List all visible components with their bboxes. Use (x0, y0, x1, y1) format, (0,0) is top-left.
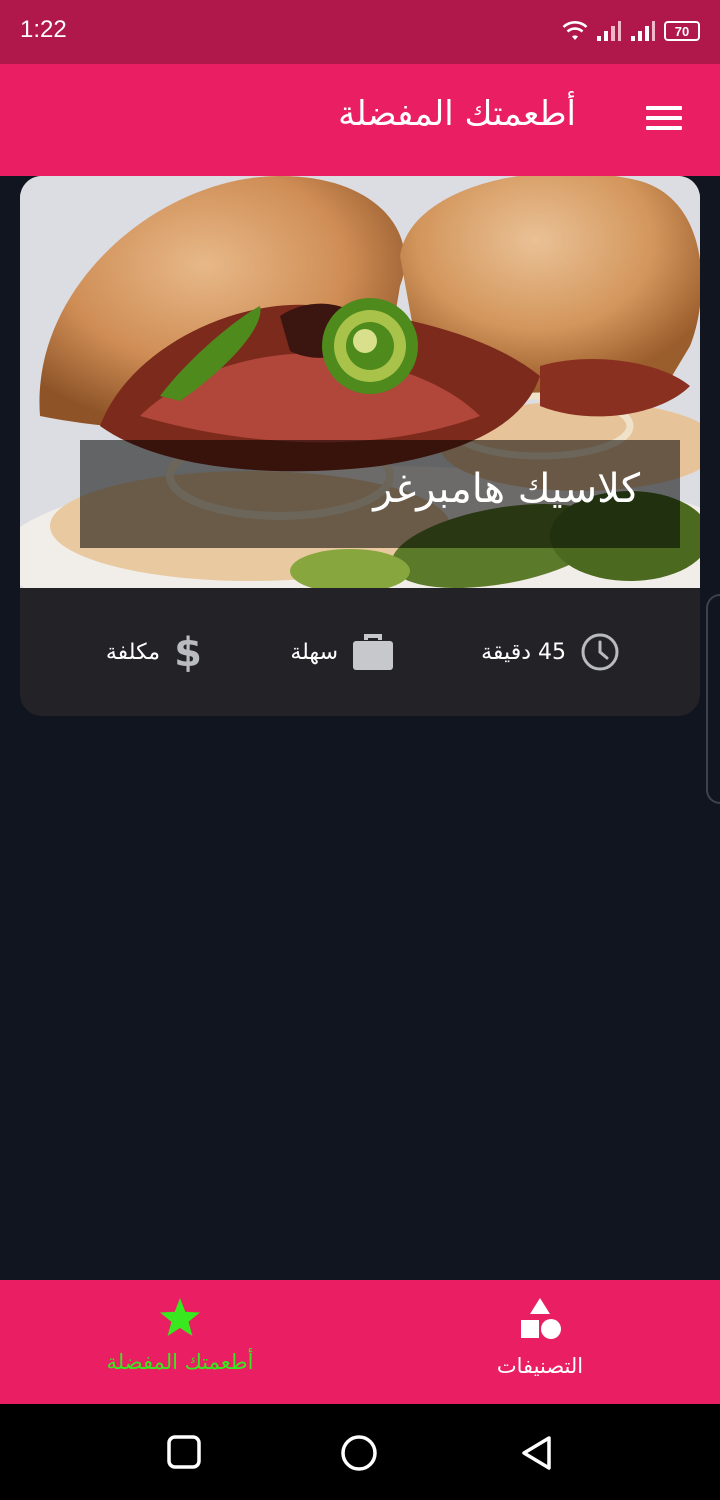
signal-icon (597, 21, 621, 41)
dollar-icon: $ (174, 631, 202, 673)
meal-title: كلاسيك هامبرغر (373, 466, 640, 512)
complexity-item: سهلة (290, 628, 394, 676)
menu-icon[interactable] (646, 106, 682, 134)
affordability-text: مكلفة (105, 639, 160, 665)
status-icons: 70 (562, 20, 700, 42)
status-time: 1:22 (20, 16, 67, 43)
meal-info: 45 دقيقة سهلة $ مكلفة (20, 588, 700, 716)
system-navigation-bar (0, 1404, 720, 1500)
meal-title-overlay: كلاسيك هامبرغر (80, 440, 680, 548)
briefcase-icon (353, 634, 393, 670)
svg-text:$: $ (174, 631, 202, 673)
nav-item-categories[interactable]: التصنيفات (360, 1280, 720, 1404)
status-bar: 1:22 70 (0, 0, 720, 64)
recents-icon[interactable] (166, 1434, 202, 1470)
duration-text: 45 دقيقة (481, 639, 566, 665)
clock-icon (581, 633, 619, 671)
nav-label-categories: التصنيفات (496, 1354, 584, 1378)
scroll-handle[interactable] (706, 594, 720, 804)
app-bar: أطعمتك المفضلة (0, 64, 720, 176)
page-title: أطعمتك المفضلة (338, 94, 576, 134)
nav-label-favorites: أطعمتك المفضلة (106, 1350, 254, 1374)
battery-icon: 70 (664, 21, 700, 41)
bottom-nav: التصنيفات أطعمتك المفضلة (0, 1280, 720, 1404)
complexity-text: سهلة (290, 639, 338, 665)
categories-icon (521, 1298, 561, 1339)
affordability-item: $ مكلفة (106, 628, 202, 676)
home-icon[interactable] (340, 1434, 378, 1472)
back-icon[interactable] (518, 1434, 554, 1472)
nav-item-favorites[interactable]: أطعمتك المفضلة (0, 1280, 360, 1404)
meal-image: كلاسيك هامبرغر (20, 176, 700, 588)
duration-item: 45 دقيقة (481, 628, 620, 676)
wifi-icon (562, 21, 588, 40)
star-icon (160, 1298, 200, 1336)
meal-card[interactable]: كلاسيك هامبرغر 45 دقيقة سهلة $ مكلفة (20, 176, 700, 716)
signal-icon (631, 21, 655, 41)
